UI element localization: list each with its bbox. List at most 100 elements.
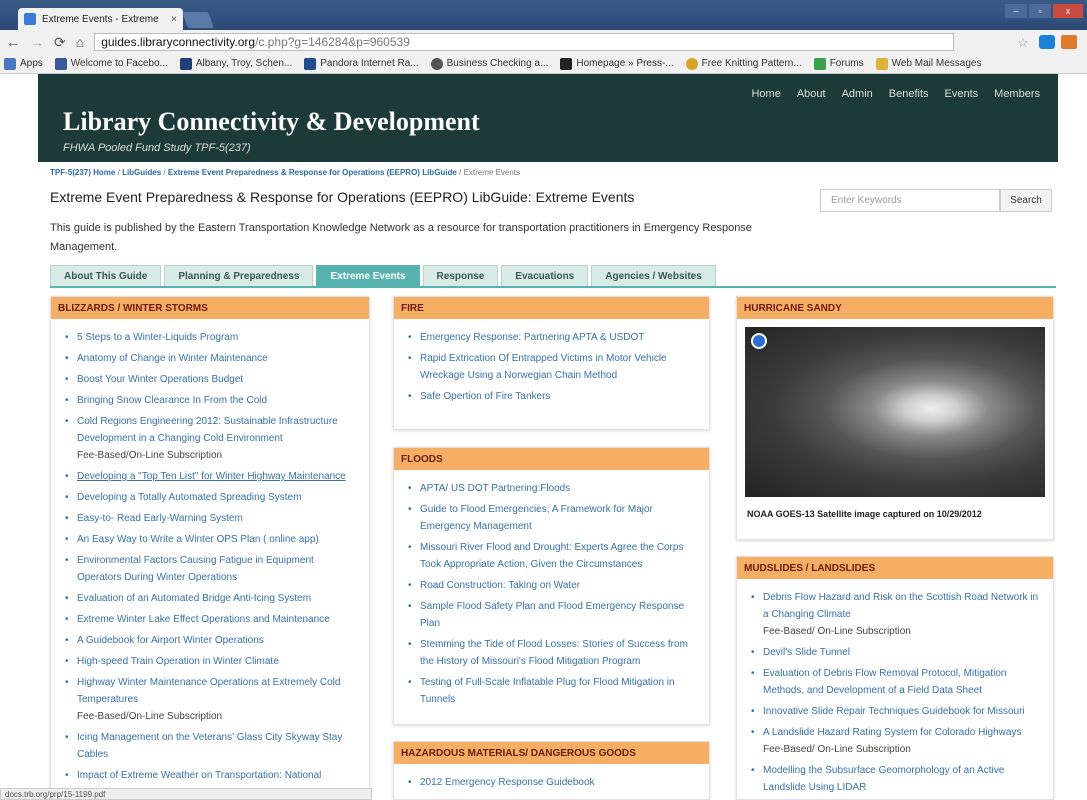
item-link[interactable]: Extreme Winter Lake Effect Operations an… [77, 614, 330, 625]
item-link[interactable]: Anatomy of Change in Winter Maintenance [77, 353, 268, 364]
item-link[interactable]: Emergency Response: Partnering APTA & US… [420, 332, 644, 343]
item-link[interactable]: Cold Regions Engineering 2012: Sustainab… [77, 416, 338, 444]
list-item[interactable]: Guide to Flood Emergencies; A Framework … [408, 501, 697, 535]
list-item[interactable]: Easy-to- Read Early-Warning System [65, 510, 357, 527]
browser-tab[interactable]: Extreme Events - Extreme × [18, 8, 183, 30]
list-item[interactable]: Impact of Extreme Weather on Transportat… [65, 767, 357, 784]
list-item[interactable]: Innovative Slide Repair Techniques Guide… [751, 703, 1041, 720]
tab-extreme-events[interactable]: Extreme Events [316, 265, 420, 286]
item-link[interactable]: Developing a Totally Automated Spreading… [77, 492, 301, 503]
reload-icon[interactable]: ⟳ [54, 34, 66, 51]
tab-about[interactable]: About This Guide [50, 265, 162, 286]
item-link[interactable]: Environmental Factors Causing Fatigue in… [77, 555, 314, 583]
list-item[interactable]: Debris Flow Hazard and Risk on the Scott… [751, 589, 1041, 640]
list-item[interactable]: Evaluation of Debris Flow Removal Protoc… [751, 665, 1041, 699]
item-link[interactable]: 2012 Emergency Response Guidebook [420, 777, 595, 788]
home-icon[interactable]: ⌂ [76, 34, 84, 50]
item-link[interactable]: Easy-to- Read Early-Warning System [77, 513, 243, 524]
item-link[interactable]: Devil's Slide Tunnel [763, 647, 850, 658]
item-link[interactable]: An Easy Way to Write a Winter OPS Plan (… [77, 534, 319, 545]
list-item[interactable]: A Landslide Hazard Rating System for Col… [751, 724, 1041, 758]
bookmark-webmail[interactable]: Web Mail Messages [875, 57, 981, 70]
item-link[interactable]: 5 Steps to a Winter-Liquids Program [77, 332, 238, 343]
list-item[interactable]: An Easy Way to Write a Winter OPS Plan (… [65, 531, 357, 548]
item-link[interactable]: Evaluation of an Automated Bridge Anti-I… [77, 593, 311, 604]
new-tab-button[interactable] [182, 12, 214, 28]
nav-admin[interactable]: Admin [842, 88, 873, 100]
item-link[interactable]: Safe Opertion of Fire Tankers [420, 391, 550, 402]
url-input[interactable]: guides.libraryconnectivity.org/c.php?g=1… [94, 33, 955, 51]
item-link[interactable]: Bringing Snow Clearance In From the Cold [77, 395, 267, 406]
list-item[interactable]: Modelling the Subsurface Geomorphology o… [751, 762, 1041, 796]
list-item[interactable]: Extreme Winter Lake Effect Operations an… [65, 611, 357, 628]
bookmark-star-icon[interactable]: ☆ [1017, 35, 1033, 50]
bookmark-knitting[interactable]: Free Knitting Pattern... [685, 57, 802, 70]
list-item[interactable]: Highway Winter Maintenance Operations at… [65, 674, 357, 725]
item-link[interactable]: Rapid Extrication Of Entrapped Victims i… [420, 353, 667, 381]
tab-agencies[interactable]: Agencies / Websites [591, 265, 716, 286]
item-link[interactable]: Boost Your Winter Operations Budget [77, 374, 243, 385]
item-link[interactable]: Evaluation of Debris Flow Removal Protoc… [763, 668, 1006, 696]
forward-icon[interactable]: → [30, 34, 44, 50]
breadcrumb-libguides[interactable]: LibGuides [122, 168, 161, 177]
list-item[interactable]: Road Construction: Taking on Water [408, 577, 697, 594]
list-item[interactable]: A Guidebook for Airport Winter Operation… [65, 632, 357, 649]
list-item[interactable]: Stemming the Tide of Flood Losses: Stori… [408, 636, 697, 670]
list-item[interactable]: APTA/ US DOT Partnering:Floods [408, 480, 697, 497]
item-link[interactable]: Road Construction: Taking on Water [420, 580, 580, 591]
list-item[interactable]: Sample Flood Safety Plan and Flood Emerg… [408, 598, 697, 632]
bookmark-forums[interactable]: Forums [813, 57, 864, 70]
item-link[interactable]: Testing of Full-Scale Inflatable Plug fo… [420, 677, 675, 705]
back-icon[interactable]: ← [6, 34, 20, 50]
nav-about[interactable]: About [797, 88, 826, 100]
breadcrumb-home[interactable]: TPF-5(237) Home [50, 168, 115, 177]
bookmark-facebook[interactable]: Welcome to Facebo... [54, 57, 168, 70]
breadcrumb-guide[interactable]: Extreme Event Preparedness & Response fo… [168, 168, 457, 177]
nav-home[interactable]: Home [751, 88, 780, 100]
nav-events[interactable]: Events [945, 88, 979, 100]
maximize-button[interactable]: ▫ [1029, 4, 1051, 18]
extension-menu-icon[interactable] [1061, 35, 1077, 49]
list-item[interactable]: High-speed Train Operation in Winter Cli… [65, 653, 357, 670]
item-link[interactable]: Missouri River Flood and Drought: Expert… [420, 542, 683, 570]
tab-evacuations[interactable]: Evacuations [501, 265, 589, 286]
search-button[interactable]: Search [1000, 189, 1052, 212]
list-item[interactable]: Testing of Full-Scale Inflatable Plug fo… [408, 674, 697, 708]
list-item[interactable]: Developing a Totally Automated Spreading… [65, 489, 357, 506]
list-item[interactable]: Bringing Snow Clearance In From the Cold [65, 392, 357, 409]
tab-close-icon[interactable]: × [171, 14, 177, 25]
list-item[interactable]: Rapid Extrication Of Entrapped Victims i… [408, 350, 697, 384]
tab-planning[interactable]: Planning & Preparedness [164, 265, 314, 286]
item-link[interactable]: High-speed Train Operation in Winter Cli… [77, 656, 279, 667]
extension-d-icon[interactable] [1039, 35, 1055, 49]
item-link[interactable]: Impact of Extreme Weather on Transportat… [77, 770, 321, 781]
list-item[interactable]: Cold Regions Engineering 2012: Sustainab… [65, 413, 357, 464]
item-link[interactable]: Guide to Flood Emergencies; A Framework … [420, 504, 653, 532]
item-link[interactable]: Sample Flood Safety Plan and Flood Emerg… [420, 601, 684, 629]
close-window-button[interactable]: x [1053, 4, 1083, 18]
list-item[interactable]: Anatomy of Change in Winter Maintenance [65, 350, 357, 367]
nav-benefits[interactable]: Benefits [889, 88, 929, 100]
item-link[interactable]: Innovative Slide Repair Techniques Guide… [763, 706, 1025, 717]
item-link[interactable]: Stemming the Tide of Flood Losses: Stori… [420, 639, 688, 667]
list-item[interactable]: Icing Management on the Veterans' Glass … [65, 729, 357, 763]
list-item[interactable]: Developing a "Top Ten List" for Winter H… [65, 468, 357, 485]
list-item[interactable]: Missouri River Flood and Drought: Expert… [408, 539, 697, 573]
list-item[interactable]: 2012 Emergency Response Guidebook [408, 774, 697, 791]
item-link[interactable]: Modelling the Subsurface Geomorphology o… [763, 765, 1004, 793]
list-item[interactable]: Environmental Factors Causing Fatigue in… [65, 552, 357, 586]
list-item[interactable]: 5 Steps to a Winter-Liquids Program [65, 329, 357, 346]
item-link[interactable]: Highway Winter Maintenance Operations at… [77, 677, 340, 705]
bookmark-albany[interactable]: Albany, Troy, Schen... [179, 57, 292, 70]
list-item[interactable]: Devil's Slide Tunnel [751, 644, 1041, 661]
search-input[interactable]: Enter Keywords [820, 189, 1000, 212]
item-link[interactable]: APTA/ US DOT Partnering:Floods [420, 483, 570, 494]
bookmark-apps[interactable]: Apps [4, 57, 43, 70]
item-link[interactable]: Developing a "Top Ten List" for Winter H… [77, 471, 346, 482]
bookmark-business-checking[interactable]: Business Checking a... [430, 57, 548, 70]
list-item[interactable]: Safe Opertion of Fire Tankers [408, 388, 697, 405]
item-link[interactable]: Debris Flow Hazard and Risk on the Scott… [763, 592, 1038, 620]
bookmark-homepage[interactable]: Homepage » Press-... [560, 57, 674, 70]
list-item[interactable]: Boost Your Winter Operations Budget [65, 371, 357, 388]
minimize-button[interactable]: – [1005, 4, 1027, 18]
